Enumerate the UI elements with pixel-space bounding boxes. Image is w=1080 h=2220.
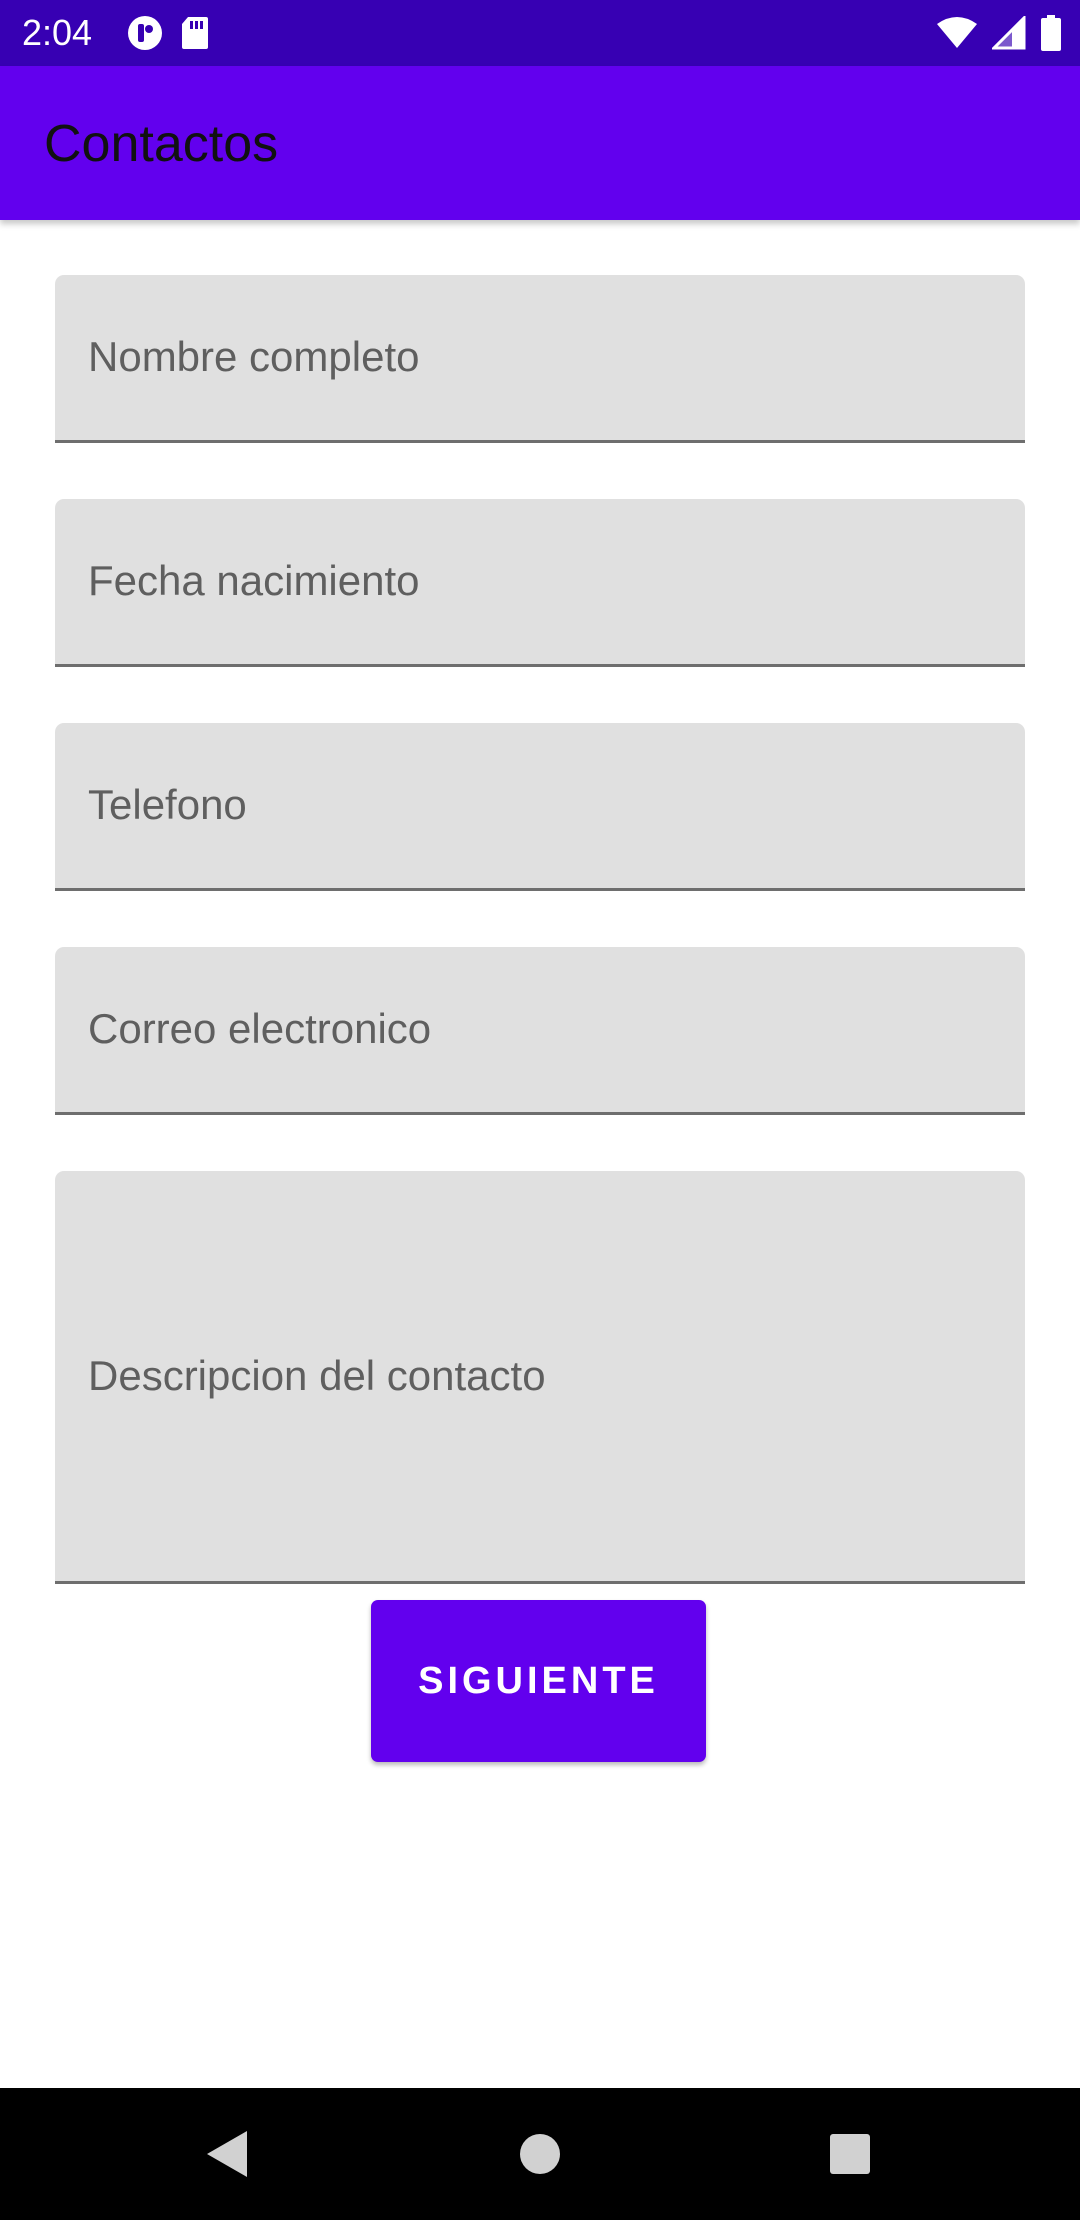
phone-field[interactable]: Telefono	[55, 723, 1025, 891]
screen: 2:04 Contactos Nombre completo Fecha nac…	[0, 0, 1080, 2220]
birth-date-field[interactable]: Fecha nacimiento	[55, 499, 1025, 667]
battery-icon	[1040, 15, 1062, 51]
next-button[interactable]: SIGUIENTE	[371, 1600, 706, 1762]
next-button-label: SIGUIENTE	[418, 1659, 659, 1702]
cell-signal-icon	[992, 16, 1026, 50]
navigation-bar	[0, 2088, 1080, 2220]
contact-description-field[interactable]: Descripcion del contacto	[55, 1171, 1025, 1584]
sd-card-icon	[180, 15, 210, 51]
app-bar: Contactos	[0, 66, 1080, 220]
full-name-field[interactable]: Nombre completo	[55, 275, 1025, 443]
app-notification-icon	[126, 14, 164, 52]
status-bar: 2:04	[0, 0, 1080, 66]
recents-button[interactable]	[784, 2088, 916, 2220]
email-field[interactable]: Correo electronico	[55, 947, 1025, 1115]
birth-date-placeholder: Fecha nacimiento	[88, 557, 420, 604]
back-icon	[205, 2129, 249, 2179]
home-button[interactable]	[474, 2088, 606, 2220]
home-icon	[519, 2133, 561, 2175]
wifi-icon	[936, 16, 978, 50]
back-button[interactable]	[161, 2088, 293, 2220]
contact-description-placeholder: Descripcion del contacto	[88, 1352, 546, 1399]
status-right-icons	[936, 14, 1062, 52]
email-placeholder: Correo electronico	[88, 1005, 432, 1052]
status-time: 2:04	[22, 12, 93, 53]
phone-placeholder: Telefono	[88, 781, 247, 828]
status-left-icons	[126, 14, 210, 52]
recents-icon	[829, 2133, 871, 2175]
app-title: Contactos	[44, 115, 279, 173]
full-name-placeholder: Nombre completo	[88, 333, 420, 380]
